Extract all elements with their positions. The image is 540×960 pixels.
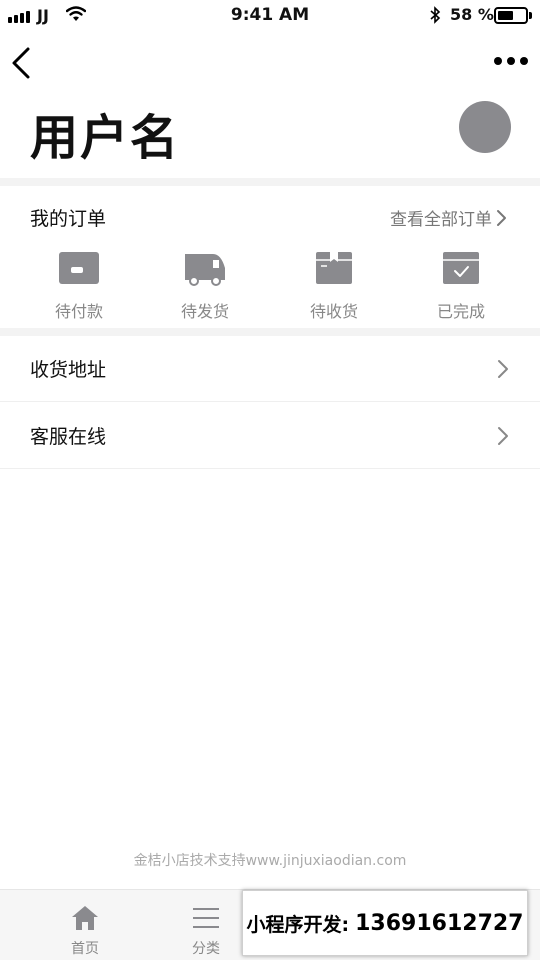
- order-pending-receipt-label: 待收货: [309, 302, 358, 321]
- back-button[interactable]: [8, 44, 38, 84]
- box-icon: [316, 252, 352, 284]
- tab-home[interactable]: 首页: [55, 904, 115, 958]
- support-footer-text: 金桔小店技术支持www.jinjuxiaodian.com: [133, 853, 407, 869]
- tab-home-label: 首页: [71, 941, 99, 957]
- order-completed[interactable]: 已完成: [411, 250, 511, 322]
- chevron-right-icon: [497, 209, 506, 226]
- order-pending-payment-label: 待付款: [54, 302, 103, 321]
- order-pending-shipment[interactable]: 待发货: [155, 250, 255, 322]
- menu-shipping-address-label: 收货地址: [30, 359, 107, 381]
- orders-title: 我的订单: [30, 208, 107, 230]
- promo-phone: 13691612727: [355, 910, 524, 936]
- status-bar: JJ 9:41 AM 58 %: [0, 0, 540, 30]
- bluetooth-icon: [430, 6, 441, 24]
- avatar[interactable]: [459, 101, 511, 153]
- dot-icon: [507, 57, 515, 65]
- page-title: 用户名: [30, 110, 181, 166]
- menu-shipping-address[interactable]: 收货地址: [0, 336, 540, 402]
- order-pending-receipt[interactable]: 待收货: [284, 250, 384, 322]
- tab-category[interactable]: 分类: [176, 904, 236, 958]
- chevron-right-icon: [498, 427, 508, 445]
- dot-icon: [494, 57, 502, 65]
- view-all-orders-link[interactable]: 查看全部订单: [390, 205, 508, 230]
- view-all-orders-label: 查看全部订单: [390, 210, 492, 230]
- chevron-left-icon: [12, 47, 30, 79]
- section-divider: [0, 178, 540, 186]
- section-divider: [0, 328, 540, 336]
- promo-label: 小程序开发:: [246, 913, 350, 936]
- dot-icon: [520, 57, 528, 65]
- chevron-right-icon: [498, 360, 508, 378]
- truck-icon: [185, 254, 225, 286]
- order-pending-payment[interactable]: 待付款: [29, 250, 129, 322]
- list-icon: [193, 908, 219, 928]
- battery-level: [498, 11, 513, 20]
- tab-category-label: 分类: [192, 941, 220, 957]
- battery-tip: [529, 12, 532, 19]
- promo-banner[interactable]: 小程序开发: 13691612727: [242, 890, 528, 956]
- battery-icon: [494, 7, 528, 24]
- more-options-button[interactable]: [494, 52, 530, 70]
- menu-customer-service-label: 客服在线: [30, 426, 107, 448]
- menu-customer-service[interactable]: 客服在线: [0, 403, 540, 469]
- battery-percentage: 58 %: [450, 5, 494, 24]
- home-icon: [72, 906, 98, 930]
- order-completed-label: 已完成: [436, 302, 485, 321]
- order-pending-shipment-label: 待发货: [180, 302, 229, 321]
- wallet-icon: [59, 252, 99, 284]
- check-box-icon: [443, 252, 479, 284]
